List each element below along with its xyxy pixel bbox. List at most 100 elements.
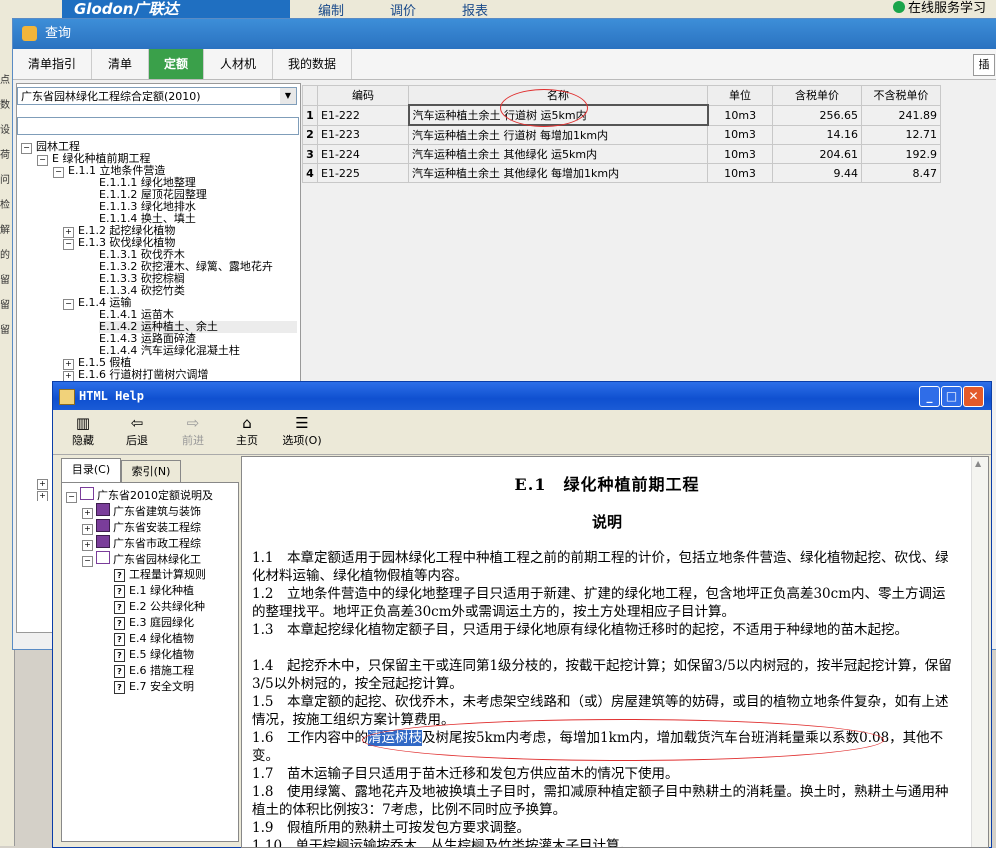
tab-quota[interactable]: 定额 <box>149 49 204 79</box>
table-row[interactable]: 1 E1-222 汽车运种植土余土 行道树 运5km内 10m3 256.65 … <box>302 104 941 126</box>
toc-page[interactable]: ? E.2 公共绿化种 <box>114 599 205 615</box>
tree-node[interactable]: + E.1.6 行道树打凿树穴调增 <box>63 369 208 382</box>
pretax-price-cell[interactable]: 12.71 <box>861 124 941 145</box>
toc-item[interactable]: + 广东省安装工程综 <box>82 519 201 535</box>
code-cell[interactable]: E1-223 <box>317 124 409 145</box>
annotation-circle <box>500 89 588 127</box>
toc-item[interactable]: − 广东省园林绿化工 <box>82 551 201 567</box>
insert-button[interactable]: 插 <box>973 54 995 76</box>
tab-my-data[interactable]: 我的数据 <box>273 49 352 79</box>
paragraph: 1.9 假植所用的熟耕土可按发包方要求调整。 <box>252 820 530 836</box>
row-number-header <box>302 85 318 106</box>
table-row[interactable]: 2 E1-223 汽车运种植土余土 行道树 每增加1km内 10m3 14.16… <box>302 124 941 145</box>
minimize-icon[interactable]: _ <box>919 386 940 407</box>
expand-icon: + <box>82 540 93 551</box>
help-page-icon: ? <box>114 633 125 646</box>
maximize-icon[interactable]: □ <box>941 386 962 407</box>
toc-page[interactable]: ? E.6 措施工程 <box>114 663 194 679</box>
help-titlebar[interactable]: HTML Help _ □ ✕ <box>53 382 991 410</box>
unit-cell[interactable]: 10m3 <box>707 124 773 145</box>
book-open-icon <box>80 487 94 500</box>
pretax-price-cell[interactable]: 241.89 <box>861 104 941 126</box>
row-number: 3 <box>302 144 318 164</box>
toc-page[interactable]: ? 工程量计算规则 <box>114 567 206 583</box>
paragraph: 1.1 本章定额适用于园林绿化工程中种植工程之前的前期工程的计价，包括立地条件营… <box>252 550 949 584</box>
book-icon <box>96 519 110 532</box>
book-icon <box>96 535 110 548</box>
forward-button[interactable]: ⇨ 前进 <box>173 414 213 448</box>
back-button[interactable]: ⇦ 后退 <box>117 414 157 448</box>
options-button[interactable]: ☰ 选项(O) <box>277 414 327 448</box>
close-icon[interactable]: ✕ <box>963 386 984 407</box>
tab-labor-material[interactable]: 人材机 <box>204 49 273 79</box>
menu-edit[interactable]: 编制 <box>318 0 344 19</box>
query-titlebar[interactable]: 查询 <box>13 19 996 49</box>
toc-page[interactable]: ? E.7 安全文明 <box>114 679 194 695</box>
glodon-logo: Glodon广联达 <box>62 0 290 18</box>
online-icon <box>892 1 905 13</box>
toc-item[interactable]: − 广东省2010定额说明及 <box>66 487 213 503</box>
chevron-down-icon[interactable]: ▼ <box>280 88 296 104</box>
help-title: HTML Help <box>79 389 145 403</box>
scroll-up-icon[interactable]: ▲ <box>975 459 981 468</box>
column-header[interactable]: 单位 <box>707 85 773 106</box>
forward-arrow-icon: ⇨ <box>186 414 200 432</box>
pretax-price-cell[interactable]: 192.9 <box>861 144 941 164</box>
tab-index[interactable]: 索引(N) <box>121 460 181 483</box>
expand-icon: + <box>37 491 48 501</box>
help-toolbar: ▥ 隐藏 ⇦ 后退 ⇨ 前进 ⌂ 主页 ☰ 选项(O) <box>53 410 991 455</box>
menu-price-adjust[interactable]: 调价 <box>390 0 416 19</box>
code-cell[interactable]: E1-222 <box>317 104 409 126</box>
pretax-price-cell[interactable]: 8.47 <box>861 163 941 183</box>
hide-button[interactable]: ▥ 隐藏 <box>63 414 103 448</box>
help-page-icon: ? <box>114 617 125 630</box>
tab-contents[interactable]: 目录(C) <box>61 458 121 484</box>
code-cell[interactable]: E1-224 <box>317 144 409 164</box>
toc-item[interactable]: + 广东省建筑与装饰 <box>82 503 201 519</box>
back-arrow-icon: ⇦ <box>130 414 144 432</box>
menu-report[interactable]: 报表 <box>462 0 488 19</box>
name-cell[interactable]: 汽车运种植土余土 行道树 每增加1km内 <box>408 124 708 145</box>
column-header[interactable]: 不含税单价 <box>861 85 941 106</box>
name-cell[interactable]: 汽车运种植土余土 其他绿化 运5km内 <box>408 144 708 164</box>
expand-icon: + <box>82 508 93 519</box>
tab-bill[interactable]: 清单 <box>92 49 149 79</box>
tree-search-input[interactable] <box>17 117 299 135</box>
paragraph: 1.3 本章起挖绿化植物定额子目，只适用于绿化地原有绿化植物迁移时的起挖，不适用… <box>252 622 908 638</box>
toc-page[interactable]: ? E.3 庭园绿化 <box>114 615 194 631</box>
home-icon: ⌂ <box>242 414 252 432</box>
collapse-icon: − <box>53 167 64 178</box>
tax-price-cell[interactable]: 14.16 <box>772 124 862 145</box>
tax-price-cell[interactable]: 256.65 <box>772 104 862 126</box>
unit-cell[interactable]: 10m3 <box>707 144 773 164</box>
column-header[interactable]: 含税单价 <box>772 85 862 106</box>
table-header-row: 编码 名称 单位 含税单价 不含税单价 <box>302 85 941 106</box>
row-number: 1 <box>302 104 318 126</box>
unit-cell[interactable]: 10m3 <box>707 163 773 183</box>
tax-price-cell[interactable]: 9.44 <box>772 163 862 183</box>
toc-item[interactable]: + 广东省市政工程综 <box>82 535 201 551</box>
tab-bill-guide[interactable]: 清单指引 <box>13 49 92 79</box>
collapse-icon: − <box>82 556 93 567</box>
help-page-icon: ? <box>114 569 125 582</box>
query-title: 查询 <box>45 26 72 41</box>
tax-price-cell[interactable]: 204.61 <box>772 144 862 164</box>
table-row[interactable]: 4 E1-225 汽车运种植土余土 其他绿化 每增加1km内 10m3 9.44… <box>302 163 941 183</box>
vertical-scrollbar[interactable]: ▲ <box>971 457 988 847</box>
code-cell[interactable]: E1-225 <box>317 163 409 183</box>
unit-cell[interactable]: 10m3 <box>707 104 773 126</box>
name-cell[interactable]: 汽车运种植土余土 其他绿化 每增加1km内 <box>408 163 708 183</box>
toc-page[interactable]: ? E.5 绿化植物 <box>114 647 194 663</box>
quota-table: 编码 名称 单位 含税单价 不含税单价 1 E1-222 汽车运种植土余土 行道… <box>302 85 941 183</box>
book-icon <box>96 503 110 516</box>
table-row[interactable]: 3 E1-224 汽车运种植土余土 其他绿化 运5km内 10m3 204.61… <box>302 144 941 164</box>
quota-library-select[interactable]: 广东省园林绿化工程综合定额(2010) ▼ <box>17 87 297 105</box>
html-help-window: HTML Help _ □ ✕ ▥ 隐藏 ⇦ 后退 ⇨ 前进 ⌂ 主页 ☰ 选项(O) 目… <box>52 381 992 848</box>
online-service-link[interactable]: 在线服务学习 <box>892 0 986 18</box>
page-subtitle: 说明 <box>591 513 622 531</box>
toc-page[interactable]: ? E.4 绿化植物 <box>114 631 194 647</box>
toc-page[interactable]: ? E.1 绿化种植 <box>114 583 194 599</box>
column-header[interactable]: 编码 <box>317 85 409 106</box>
paragraph: 1.10 单干棕榈运输按乔木，丛生棕榈及竹类按灌木子目计算。 <box>252 838 634 848</box>
home-button[interactable]: ⌂ 主页 <box>227 414 267 448</box>
